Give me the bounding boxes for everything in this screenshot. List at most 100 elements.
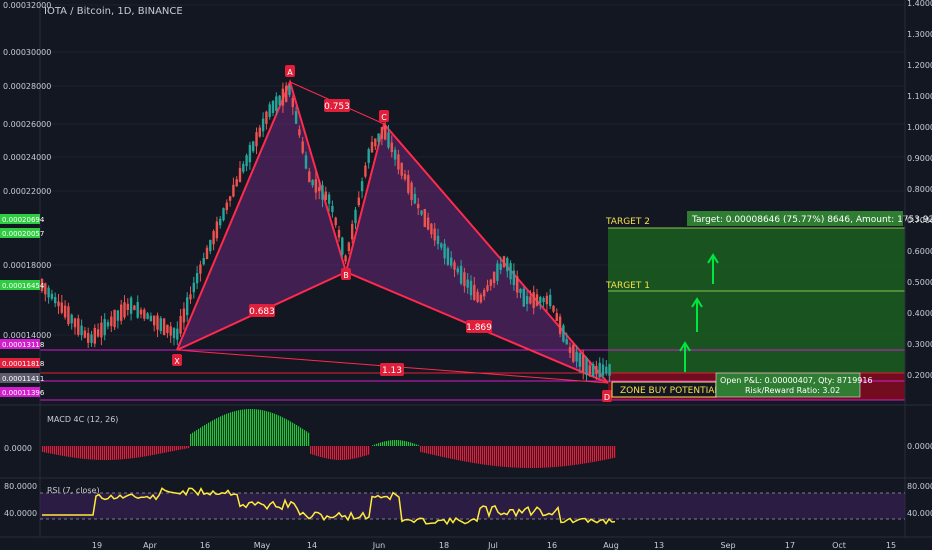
candle-body (433, 228, 436, 241)
ratio-xd-text: 1.13 (382, 366, 402, 376)
macd-bar (150, 446, 152, 456)
macd-bar (252, 409, 254, 446)
macd-bar (264, 410, 266, 446)
price-badge-text: 0.00011818 (2, 360, 44, 368)
candle-body (57, 301, 60, 307)
macd-bar (578, 446, 580, 465)
macd-bar (300, 427, 302, 446)
candle-body (159, 318, 162, 332)
candle-body (354, 209, 357, 224)
candle-body (512, 270, 516, 286)
macd-bar (596, 446, 598, 462)
macd-bar (550, 446, 552, 468)
candle-body (387, 132, 390, 148)
candle-body (565, 339, 568, 345)
macd-bar (246, 409, 248, 446)
candle-body (291, 98, 294, 108)
candle-body (278, 95, 281, 106)
profit-zone (608, 228, 905, 373)
candle-body (344, 255, 347, 262)
candle-body (294, 111, 298, 124)
candle-body (572, 344, 575, 362)
macd-bar (250, 409, 252, 446)
macd-bar (378, 443, 380, 446)
candle-body (298, 129, 301, 136)
rsi-right-80: 80.0000 (907, 482, 932, 491)
candle-body (255, 132, 258, 147)
time-label: Aug (603, 541, 619, 550)
candle-body (446, 248, 450, 265)
macd-bar (116, 446, 118, 460)
macd-bar (352, 446, 354, 459)
candle-body (496, 263, 499, 281)
macd-bar (286, 419, 288, 446)
candle-body (308, 171, 311, 183)
time-label: 16 (200, 541, 210, 550)
macd-bar (50, 446, 52, 454)
macd-bar (188, 446, 190, 449)
macd-bar (334, 446, 336, 460)
macd-bar (418, 445, 420, 446)
candle-body (321, 185, 324, 200)
pnl-line1: Open P&L: 0.00000407, Qty: 8719916 (720, 376, 873, 385)
macd-bar (72, 446, 74, 458)
macd-bar (598, 446, 600, 462)
macd-bar (308, 432, 310, 446)
macd-bar (190, 434, 192, 446)
macd-bar (484, 446, 486, 465)
chart-canvas[interactable]: 0.753 0.683 1.869 1.13 X A B C D TARGET … (0, 0, 932, 550)
candle-body (483, 290, 486, 297)
macd-bar (600, 446, 602, 461)
macd-bar (526, 446, 528, 468)
macd-bar (446, 446, 448, 458)
candle-body (63, 305, 67, 318)
candle-body (225, 202, 228, 211)
right-tick: 0.5000 (907, 278, 932, 287)
candle-body (608, 364, 611, 376)
macd-bar (140, 446, 142, 458)
candle-body (443, 243, 446, 259)
candle-body (205, 247, 209, 260)
macd-bar (510, 446, 512, 468)
candle-body (334, 217, 337, 226)
macd-bar (70, 446, 72, 458)
macd-bar (154, 446, 156, 455)
macd-bar (258, 409, 260, 446)
macd-bar (324, 446, 326, 459)
price-tick: 0.00030000 (3, 48, 51, 57)
candle-body (146, 313, 149, 320)
macd-bar (132, 446, 134, 459)
candle-body (555, 313, 558, 321)
time-label: Sep (720, 541, 735, 550)
macd-bar (122, 446, 124, 460)
macd-bar (592, 446, 594, 463)
macd-bar (306, 431, 308, 446)
time-label: 13 (654, 541, 664, 550)
macd-bar (182, 446, 184, 450)
candle-body (106, 322, 110, 327)
candle-body (558, 316, 562, 334)
candle-body (87, 333, 90, 343)
macd-bar (56, 446, 58, 455)
macd-bar (288, 420, 290, 446)
macd-bar (212, 420, 214, 446)
price-badge-text: 0.00011396 (2, 389, 45, 397)
macd-bar (184, 446, 186, 449)
candle-body (96, 329, 100, 337)
macd-bar (462, 446, 464, 462)
macd-bar (466, 446, 468, 462)
time-label: 19 (92, 541, 102, 550)
macd-bar (512, 446, 514, 468)
candle-body (235, 179, 238, 187)
macd-bar (376, 443, 378, 446)
macd-bar (516, 446, 518, 468)
macd-bar (270, 412, 272, 446)
macd-bar (202, 426, 204, 446)
right-tick: 1.3000 (907, 30, 932, 39)
candle-body (463, 272, 466, 287)
macd-bar (238, 410, 240, 446)
candle-body (506, 258, 509, 272)
macd-bar (170, 446, 172, 452)
macd-bar (450, 446, 452, 459)
candle-body (44, 283, 47, 295)
